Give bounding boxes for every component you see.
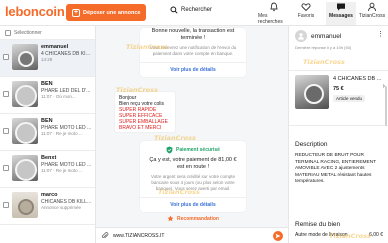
select-all-row[interactable]: Sélectionner <box>0 26 95 40</box>
secure-payment-heading: Paiement sécurisé <box>140 141 246 154</box>
message-composer <box>96 227 288 243</box>
message-line: BRAVO ET MERCI <box>119 125 162 131</box>
search-link[interactable]: Rechercher <box>170 6 212 14</box>
ad-price: 75 € <box>333 86 344 92</box>
description-text: REDUCTEUR DE BRUIT POUR TERMINAL RACING,… <box>295 153 377 184</box>
more-options-icon[interactable]: ⋮ <box>377 30 384 38</box>
conversation-item[interactable]: BEN PHARE MOTO LED ... 11:07 · Re je mot… <box>0 114 95 151</box>
transaction-complete-body: Vous recevrez une notification de l'envo… <box>149 45 237 56</box>
conversation-preview: 11:07 · Où mon... <box>41 94 76 99</box>
select-all-checkbox[interactable] <box>5 29 11 36</box>
ad-details-panel: emmanuel Dernière réponse il y a 10h (50… <box>288 26 388 243</box>
deposit-ad-label: Déposer une annonce <box>83 9 141 16</box>
conversation-thumbnail <box>12 81 38 107</box>
top-bar: leboncoin + Déposer une annonce Recherch… <box>0 0 388 26</box>
search-label: Rechercher <box>181 7 213 13</box>
ad-summary-card[interactable]: 4 CHICANES DB ... 75 € Article vendu › <box>289 70 388 126</box>
conversation-checkbox[interactable] <box>3 165 9 171</box>
chat-panel: Bonne nouvelle, la transaction est termi… <box>96 26 288 243</box>
scrollbar[interactable] <box>385 86 387 126</box>
nav-account[interactable]: TizianCross <box>357 2 387 19</box>
conversation-list: Sélectionner emmanuel 4 CHICANES DB KILL… <box>0 26 96 243</box>
secure-payment-label: Paiement sécurisé <box>176 146 220 153</box>
message-input[interactable] <box>113 230 269 241</box>
conversation-thumbnail <box>12 192 38 218</box>
ad-thumbnail <box>295 75 329 109</box>
sold-badge: Article vendu <box>333 95 366 102</box>
app-window: leboncoin + Déposer une annonce Recherch… <box>0 0 388 243</box>
shield-icon <box>166 146 173 154</box>
ad-title: 4 CHICANES DB ... <box>333 76 382 82</box>
nav-messages-label: Messages <box>329 13 353 19</box>
buyer-message-bubble: Bonjour Bien reçu votre colis SUPER RAPI… <box>114 91 176 133</box>
nav-favorites[interactable]: Favoris <box>294 2 318 19</box>
user-icon <box>298 33 304 40</box>
conversation-preview: Annonce supprimée <box>41 205 82 210</box>
watermark: TizianCross <box>303 58 345 66</box>
transaction-complete-card: Bonne nouvelle, la transaction est termi… <box>140 28 246 77</box>
conversation-name: BEN <box>41 81 53 87</box>
conversation-time: 14:29 <box>41 57 53 62</box>
payment-title: Ça y est, votre paiement de 81,00 € est … <box>149 157 237 170</box>
description-heading: Description <box>295 141 328 148</box>
conversation-name: emmanuel <box>41 44 69 50</box>
nav-favorites-label: Favoris <box>297 13 315 19</box>
conversation-checkbox[interactable] <box>3 54 9 60</box>
recommendation-link[interactable]: Recommandation <box>140 212 246 225</box>
conversation-name: marco <box>41 192 58 198</box>
seller-name[interactable]: emmanuel <box>311 33 341 40</box>
search-icon <box>170 6 178 14</box>
conversation-preview: 11:07 · Re je moto ... <box>41 131 83 136</box>
seller-info: emmanuel Dernière réponse il y a 10h (50… <box>295 30 385 50</box>
conversation-item[interactable]: Benxt PHARE MOTO LED ... 11:07 · Re je m… <box>0 151 95 188</box>
seller-avatar[interactable] <box>295 30 307 42</box>
heart-icon <box>301 3 311 12</box>
payment-body: Votre argent sera crédité sur votre comp… <box>150 174 236 191</box>
plus-icon: + <box>72 8 80 17</box>
nav-my-searches-label: Mes recherches <box>258 13 283 25</box>
conversation-item[interactable]: emmanuel 4 CHICANES DB KILLER ... 14:29 <box>0 40 95 77</box>
goods-handover-heading: Remise du bien <box>295 221 341 228</box>
send-button[interactable] <box>273 230 283 241</box>
goods-label: Autre mode de livraison <box>295 232 348 238</box>
conversation-preview: 11:07 · Re je moto ... <box>41 168 83 173</box>
goods-row: Autre mode de livraison 6,00 € <box>295 232 383 238</box>
goods-value: 6,00 € <box>369 232 383 238</box>
select-all-label: Sélectionner <box>14 29 42 36</box>
leboncoin-logo[interactable]: leboncoin <box>5 4 65 19</box>
transaction-details-link[interactable]: Voir plus de détails <box>140 62 246 77</box>
conversation-item[interactable]: marco CHICANES DB KILLE... Annonce suppr… <box>0 188 95 225</box>
chat-icon <box>337 3 345 11</box>
nav-account-label: TizianCross <box>358 13 386 19</box>
conversation-thumbnail <box>12 155 38 181</box>
nav-my-searches[interactable]: Mes recherches <box>258 2 290 25</box>
conversation-name: Benxt <box>41 155 57 161</box>
conversation-checkbox[interactable] <box>3 91 9 97</box>
conversation-thumbnail <box>12 118 38 144</box>
bell-icon <box>270 2 278 12</box>
star-icon <box>167 215 174 222</box>
nav-messages[interactable]: Messages <box>326 2 356 25</box>
secure-payment-card: Paiement sécurisé Ça y est, votre paieme… <box>140 141 246 212</box>
conversation-item[interactable]: BEN PHARE LED DEL D'... 11:07 · Où mon..… <box>0 77 95 114</box>
user-icon <box>368 2 376 12</box>
conversation-checkbox[interactable] <box>3 202 9 208</box>
seller-response-time: Dernière réponse il y a 10h (50) <box>295 45 352 50</box>
recommendation-label: Recommandation <box>177 215 219 222</box>
conversation-checkbox[interactable] <box>3 128 9 134</box>
send-icon <box>275 233 281 238</box>
paperclip-icon[interactable] <box>101 231 109 240</box>
conversation-thumbnail <box>12 44 38 70</box>
conversation-name: BEN <box>41 118 53 124</box>
payment-details-link[interactable]: Voir plus de détails <box>140 197 246 212</box>
deposit-ad-button[interactable]: + Déposer une annonce <box>66 4 147 21</box>
transaction-complete-title: Bonne nouvelle, la transaction est termi… <box>151 28 235 41</box>
